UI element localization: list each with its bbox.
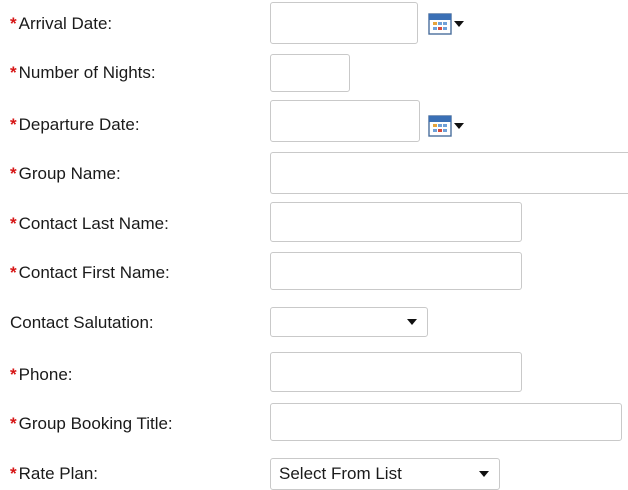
- group-booking-title-label: * Group Booking Title:: [10, 414, 173, 433]
- number-of-nights-label: * Number of Nights:: [10, 63, 156, 82]
- contact-salutation-label: Contact Salutation:: [10, 313, 154, 332]
- group-name-label: * Group Name:: [10, 164, 121, 183]
- departure-date-calendar-button[interactable]: [428, 111, 484, 141]
- departure-date-label: * Departure Date:: [10, 115, 140, 134]
- required-marker: *: [10, 14, 17, 33]
- required-marker: *: [10, 115, 17, 134]
- contact-salutation-select[interactable]: [270, 307, 428, 337]
- chevron-down-icon: [407, 319, 417, 325]
- required-marker: *: [10, 164, 17, 183]
- required-marker: *: [10, 214, 17, 233]
- group-name-input[interactable]: [270, 152, 628, 194]
- contact-first-name-input[interactable]: [270, 252, 522, 290]
- required-marker: *: [10, 63, 17, 82]
- rate-plan-value: Select From List: [279, 464, 402, 483]
- contact-last-name-label: * Contact Last Name:: [10, 214, 169, 233]
- group-booking-title-input[interactable]: [270, 403, 622, 441]
- arrival-date-input[interactable]: [270, 2, 418, 44]
- chevron-down-icon: [454, 123, 464, 129]
- departure-date-input[interactable]: [270, 100, 420, 142]
- chevron-down-icon: [454, 21, 464, 27]
- arrival-date-label: * Arrival Date:: [10, 14, 113, 33]
- rate-plan-label: * Rate Plan:: [10, 464, 99, 483]
- chevron-down-icon: [479, 471, 489, 477]
- required-marker: *: [10, 365, 17, 384]
- contact-last-name-input[interactable]: [270, 202, 522, 242]
- phone-input[interactable]: [270, 352, 522, 392]
- required-marker: *: [10, 414, 17, 433]
- contact-first-name-label: * Contact First Name:: [10, 263, 170, 282]
- calendar-icon: [428, 115, 452, 137]
- calendar-icon: [428, 13, 452, 35]
- arrival-date-calendar-button[interactable]: [428, 9, 484, 39]
- required-marker: *: [10, 464, 17, 483]
- number-of-nights-input[interactable]: [270, 54, 350, 92]
- rate-plan-select[interactable]: Select From List: [270, 458, 500, 490]
- phone-label: * Phone:: [10, 365, 73, 384]
- required-marker: *: [10, 263, 17, 282]
